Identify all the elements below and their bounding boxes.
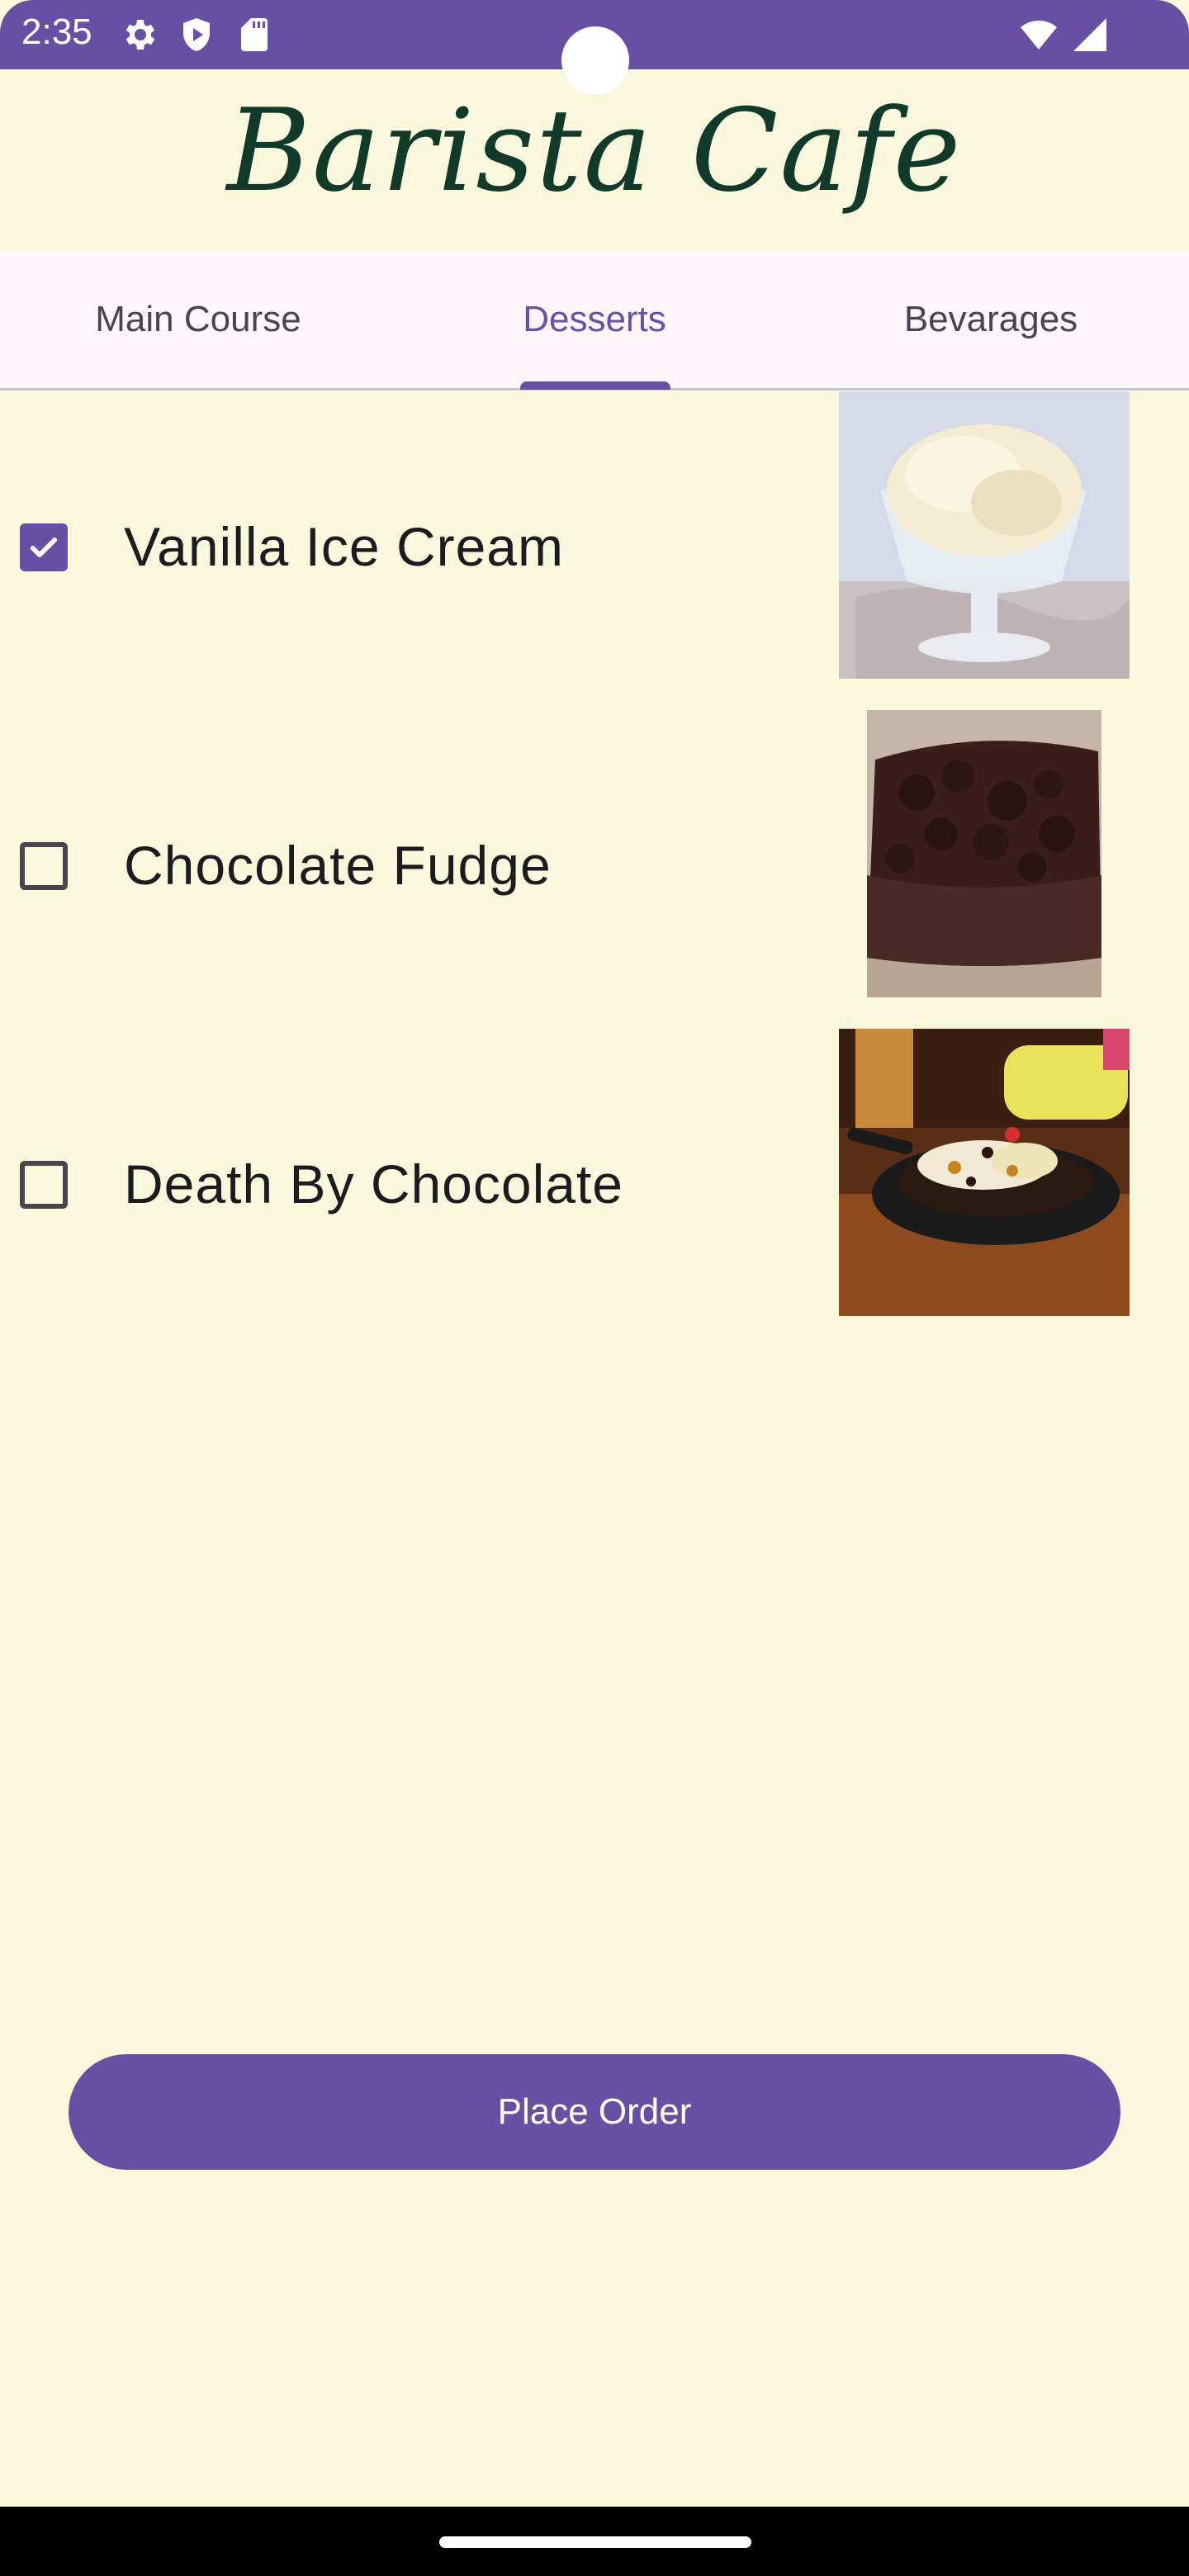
tab-desserts[interactable]: Desserts xyxy=(396,251,793,388)
death-by-chocolate-photo xyxy=(839,1029,1130,1316)
checkbox-vanilla-ice-cream[interactable] xyxy=(20,523,68,571)
tab-bevarages[interactable]: Bevarages xyxy=(793,251,1189,388)
app-title: Barista Cafe xyxy=(226,84,963,217)
checkbox-death-by-chocolate[interactable] xyxy=(20,1161,68,1209)
vanilla-ice-cream-photo xyxy=(839,391,1130,679)
sd-card-icon xyxy=(241,18,268,51)
signal-icon xyxy=(1073,18,1106,51)
active-tab-indicator xyxy=(520,381,670,390)
home-handle[interactable] xyxy=(439,2536,751,2548)
navigation-bar xyxy=(0,2507,1189,2576)
wifi-icon xyxy=(1021,21,1057,50)
tab-main-course[interactable]: Main Course xyxy=(0,251,396,388)
list-item[interactable]: Vanilla Ice Cream xyxy=(0,391,1189,682)
tab-bar: Main Course Desserts Bevarages xyxy=(0,251,1189,391)
place-order-button[interactable]: Place Order xyxy=(69,2054,1120,2170)
list-item[interactable]: Death By Chocolate xyxy=(0,1029,1189,1319)
item-label: Chocolate Fudge xyxy=(124,835,552,896)
status-time: 2:35 xyxy=(21,12,92,52)
app-header: Barista Cafe xyxy=(0,69,1189,251)
gear-icon xyxy=(126,20,155,50)
chocolate-fudge-photo xyxy=(867,710,1101,997)
checkbox-chocolate-fudge[interactable] xyxy=(20,842,68,890)
item-label: Death By Chocolate xyxy=(124,1153,624,1215)
shield-play-icon xyxy=(183,18,210,51)
list-item[interactable]: Chocolate Fudge xyxy=(0,710,1189,1001)
item-label: Vanilla Ice Cream xyxy=(124,516,564,577)
checkmark-icon xyxy=(30,537,58,557)
